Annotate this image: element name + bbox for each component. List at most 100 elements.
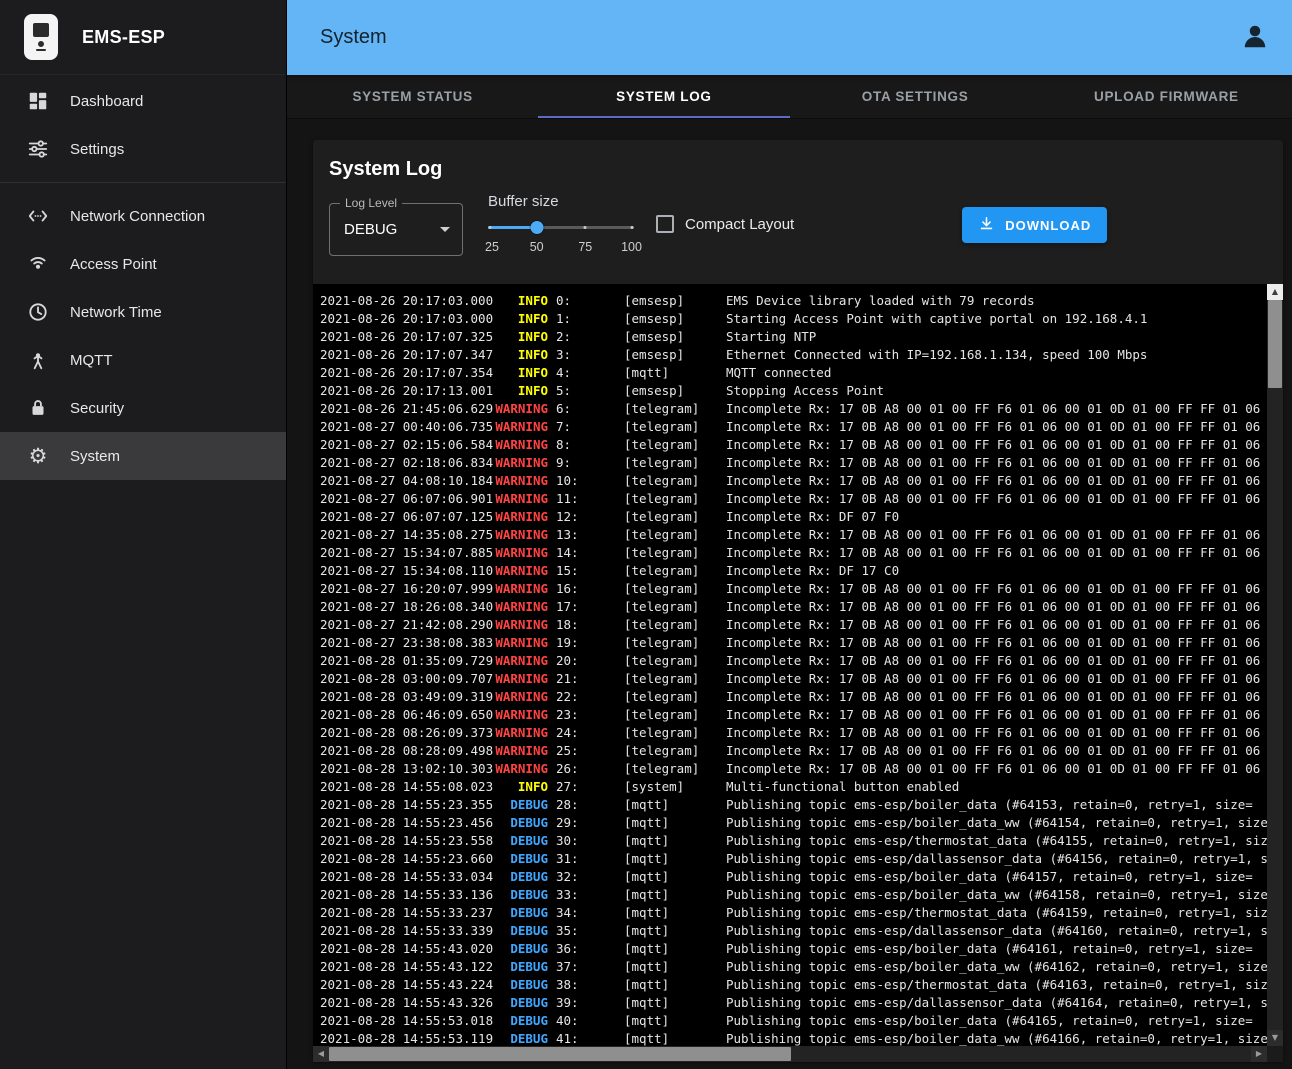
log-row: 2021-08-27 00:40:06.735WARNING7:[telegra… bbox=[320, 418, 1267, 436]
log-row: 2021-08-28 14:55:53.119DEBUG41:[mqtt]Pub… bbox=[320, 1030, 1267, 1046]
sidebar-item-system[interactable]: ⚙ System bbox=[0, 432, 286, 480]
log-row: 2021-08-28 14:55:43.122DEBUG37:[mqtt]Pub… bbox=[320, 958, 1267, 976]
system-log-header: System Log Log Level DEBUG Buffer size bbox=[313, 140, 1283, 279]
horizontal-scrollbar[interactable]: ◀ ▶ bbox=[313, 1046, 1267, 1062]
content-area: System Log Log Level DEBUG Buffer size bbox=[287, 118, 1292, 1069]
buffer-size-slider[interactable] bbox=[488, 220, 634, 235]
log-row: 2021-08-28 14:55:43.326DEBUG39:[mqtt]Pub… bbox=[320, 994, 1267, 1012]
wifi-tethering-icon bbox=[26, 252, 50, 276]
sidebar-item-label: System bbox=[70, 448, 120, 465]
checkbox-icon bbox=[656, 215, 674, 233]
sidebar-item-label: Network Time bbox=[70, 304, 162, 321]
scroll-up-button[interactable]: ▲ bbox=[1267, 284, 1283, 300]
sidebar-divider bbox=[0, 182, 286, 183]
log-row: 2021-08-28 03:49:09.319WARNING22:[telegr… bbox=[320, 688, 1267, 706]
account-icon bbox=[1240, 21, 1270, 54]
log-row: 2021-08-27 06:07:06.901WARNING11:[telegr… bbox=[320, 490, 1267, 508]
log-row: 2021-08-28 14:55:53.018DEBUG40:[mqtt]Pub… bbox=[320, 1012, 1267, 1030]
vertical-scrollbar[interactable]: ▲ ▼ bbox=[1267, 284, 1283, 1046]
user-avatar[interactable] bbox=[1238, 21, 1272, 55]
tab-system-status[interactable]: SYSTEM STATUS bbox=[287, 75, 538, 118]
log-row: 2021-08-28 14:55:33.034DEBUG32:[mqtt]Pub… bbox=[320, 868, 1267, 886]
slider-mark bbox=[489, 226, 492, 229]
ethernet-icon bbox=[26, 204, 50, 228]
log-row: 2021-08-26 20:17:07.354INFO4:[mqtt]MQTT … bbox=[320, 364, 1267, 382]
log-row: 2021-08-28 14:55:33.339DEBUG35:[mqtt]Pub… bbox=[320, 922, 1267, 940]
slider-mark-label: 100 bbox=[621, 240, 642, 254]
log-row: 2021-08-26 21:45:06.629WARNING6:[telegra… bbox=[320, 400, 1267, 418]
log-row: 2021-08-28 13:02:10.303WARNING26:[telegr… bbox=[320, 760, 1267, 778]
sidebar-item-security[interactable]: Security bbox=[0, 384, 286, 432]
sidebar-item-network-connection[interactable]: Network Connection bbox=[0, 192, 286, 240]
vertical-scrollbar-thumb[interactable] bbox=[1268, 300, 1282, 388]
tab-ota-settings[interactable]: OTA SETTINGS bbox=[790, 75, 1041, 118]
tab-upload-firmware[interactable]: UPLOAD FIRMWARE bbox=[1041, 75, 1292, 118]
log-row: 2021-08-28 03:00:09.707WARNING21:[telegr… bbox=[320, 670, 1267, 688]
tab-system-log[interactable]: SYSTEM LOG bbox=[538, 75, 789, 118]
slider-mark bbox=[631, 226, 634, 229]
log-row: 2021-08-28 14:55:23.660DEBUG31:[mqtt]Pub… bbox=[320, 850, 1267, 868]
download-label: DOWNLOAD bbox=[1005, 218, 1091, 233]
log-row: 2021-08-28 08:26:09.373WARNING24:[telegr… bbox=[320, 724, 1267, 742]
download-icon bbox=[978, 215, 995, 235]
log-row: 2021-08-28 14:55:33.237DEBUG34:[mqtt]Pub… bbox=[320, 904, 1267, 922]
log-row: 2021-08-28 14:55:23.456DEBUG29:[mqtt]Pub… bbox=[320, 814, 1267, 832]
log-row: 2021-08-28 06:46:09.650WARNING23:[telegr… bbox=[320, 706, 1267, 724]
log-level-label: Log Level bbox=[340, 196, 402, 210]
main-area: System SYSTEM STATUS SYSTEM LOG OTA SETT… bbox=[287, 0, 1292, 1069]
gear-icon: ⚙ bbox=[26, 444, 50, 468]
download-button[interactable]: DOWNLOAD bbox=[962, 207, 1107, 243]
sidebar-item-mqtt[interactable]: MQTT bbox=[0, 336, 286, 384]
buffer-size-label: Buffer size bbox=[488, 193, 634, 210]
clock-icon bbox=[26, 300, 50, 324]
scroll-left-button[interactable]: ◀ bbox=[313, 1046, 329, 1062]
slider-mark-label: 50 bbox=[530, 240, 544, 254]
sidebar-item-label: Settings bbox=[70, 141, 124, 158]
panel-title: System Log bbox=[329, 158, 1259, 181]
log-row: 2021-08-27 23:38:08.383WARNING19:[telegr… bbox=[320, 634, 1267, 652]
tune-icon bbox=[26, 137, 50, 161]
compact-layout-checkbox[interactable]: Compact Layout bbox=[656, 215, 794, 233]
log-console: 2021-08-26 20:17:03.000INFO0:[emsesp]EMS… bbox=[313, 284, 1283, 1062]
sidebar-item-network-time[interactable]: Network Time bbox=[0, 288, 286, 336]
log-row: 2021-08-28 14:55:33.136DEBUG33:[mqtt]Pub… bbox=[320, 886, 1267, 904]
log-row: 2021-08-26 20:17:07.347INFO3:[emsesp]Eth… bbox=[320, 346, 1267, 364]
log-level-value: DEBUG bbox=[344, 221, 440, 238]
sidebar-item-dashboard[interactable]: Dashboard bbox=[0, 77, 286, 125]
page-title: System bbox=[320, 26, 1238, 49]
top-bar: System bbox=[287, 0, 1292, 75]
log-row: 2021-08-26 20:17:13.001INFO5:[emsesp]Sto… bbox=[320, 382, 1267, 400]
log-row: 2021-08-27 02:18:06.834WARNING9:[telegra… bbox=[320, 454, 1267, 472]
system-log-card: System Log Log Level DEBUG Buffer size bbox=[313, 140, 1283, 1062]
buffer-size-group: Buffer size 25 bbox=[488, 193, 634, 256]
scroll-right-button[interactable]: ▶ bbox=[1251, 1046, 1267, 1062]
log-row: 2021-08-27 16:20:07.999WARNING16:[telegr… bbox=[320, 580, 1267, 598]
log-row: 2021-08-27 18:26:08.340WARNING17:[telegr… bbox=[320, 598, 1267, 616]
log-row: 2021-08-28 14:55:23.355DEBUG28:[mqtt]Pub… bbox=[320, 796, 1267, 814]
horizontal-scrollbar-thumb[interactable] bbox=[329, 1047, 791, 1061]
log-row: 2021-08-27 21:42:08.290WARNING18:[telegr… bbox=[320, 616, 1267, 634]
slider-mark-labels: 25 50 75 100 bbox=[488, 240, 634, 256]
sidebar: EMS-ESP Dashboard Set bbox=[0, 0, 287, 1069]
log-row: 2021-08-27 14:35:08.275WARNING13:[telegr… bbox=[320, 526, 1267, 544]
log-level-select[interactable]: Log Level DEBUG bbox=[329, 203, 463, 256]
app-logo-icon bbox=[24, 14, 58, 60]
sidebar-nav: Dashboard Settings bbox=[0, 75, 286, 480]
slider-mark-label: 25 bbox=[485, 240, 499, 254]
slider-thumb[interactable] bbox=[530, 221, 543, 234]
sidebar-item-label: Dashboard bbox=[70, 93, 143, 110]
log-row: 2021-08-26 20:17:03.000INFO0:[emsesp]EMS… bbox=[320, 292, 1267, 310]
sidebar-item-settings[interactable]: Settings bbox=[0, 125, 286, 173]
log-row: 2021-08-26 20:17:03.000INFO1:[emsesp]Sta… bbox=[320, 310, 1267, 328]
antenna-icon bbox=[26, 348, 50, 372]
log-row: 2021-08-27 02:15:06.584WARNING8:[telegra… bbox=[320, 436, 1267, 454]
log-row: 2021-08-28 08:28:09.498WARNING25:[telegr… bbox=[320, 742, 1267, 760]
sidebar-item-access-point[interactable]: Access Point bbox=[0, 240, 286, 288]
sidebar-item-label: Network Connection bbox=[70, 208, 205, 225]
lock-icon bbox=[26, 396, 50, 420]
log-row: 2021-08-27 15:34:08.110WARNING15:[telegr… bbox=[320, 562, 1267, 580]
scroll-down-button[interactable]: ▼ bbox=[1267, 1030, 1283, 1046]
dashboard-icon bbox=[26, 89, 50, 113]
chevron-down-icon bbox=[440, 227, 450, 232]
log-row: 2021-08-28 14:55:08.023INFO27:[system]Mu… bbox=[320, 778, 1267, 796]
